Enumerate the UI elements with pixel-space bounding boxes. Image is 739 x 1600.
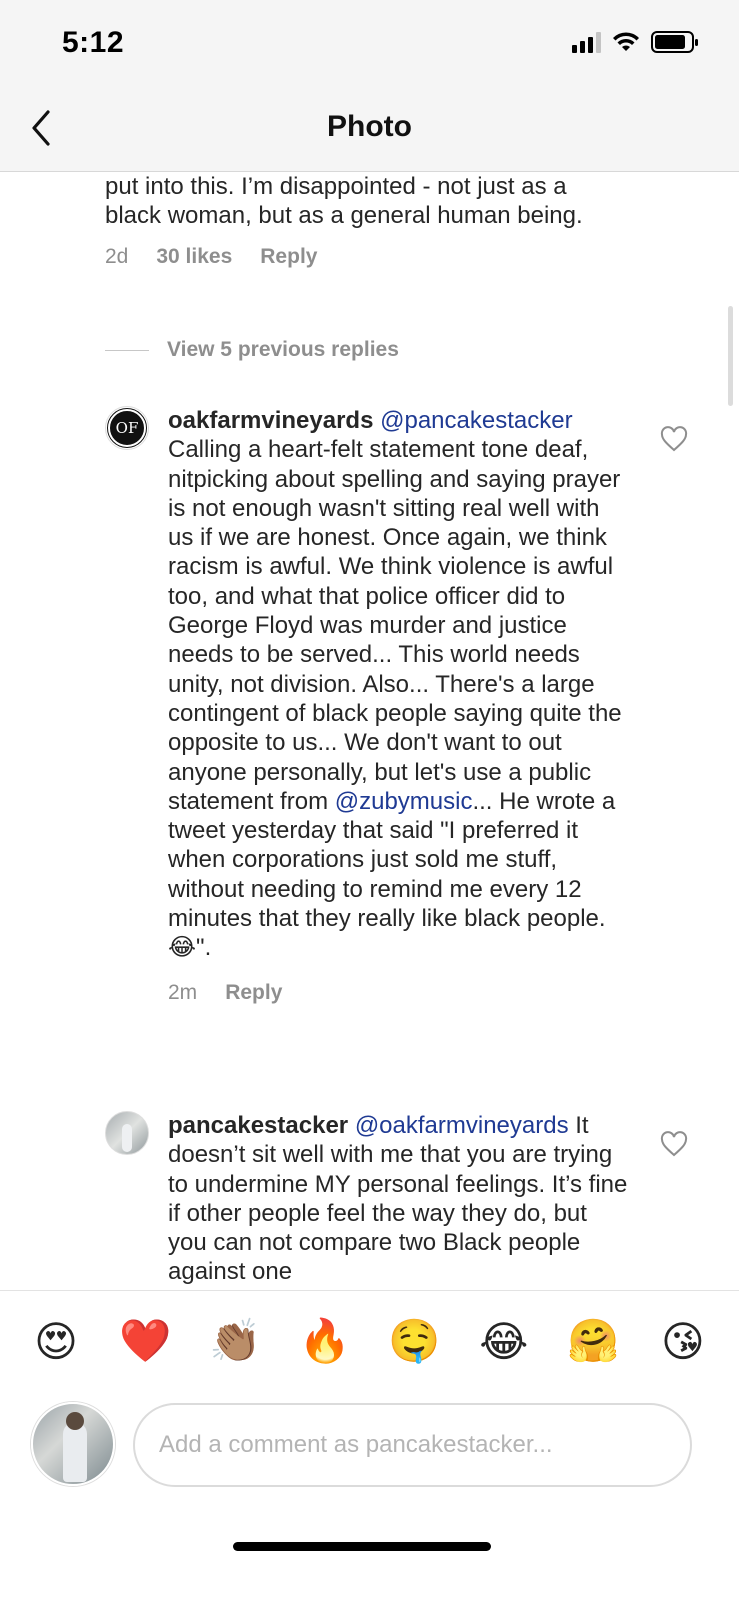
comment-oakfarmvineyards: OF oakfarmvineyards @pancakestacker Call… [105,406,688,1005]
comment-pancakestacker: pancakestacker @oakfarmvineyards It does… [105,1111,688,1287]
heart-outline-icon[interactable] [660,1131,688,1157]
emoji-kissing[interactable]: 😘 [655,1317,711,1366]
comment-age: 2m [168,980,198,1004]
battery-icon [651,31,698,53]
emoji-clapping-hands[interactable]: 👏🏽 [207,1317,263,1366]
comment-username[interactable]: pancakestacker [168,1112,348,1139]
emoji-tears-of-joy[interactable]: 😂 [476,1317,532,1366]
emoji-bar: 😍 ❤️ 👏🏽 🔥 🤤 😂 🤗 😘 [0,1290,739,1392]
divider-line [105,349,149,351]
status-time: 5:12 [62,26,125,59]
page-title: Photo [327,110,412,143]
nav-bar: Photo [0,88,739,172]
emoji-heart-eyes[interactable]: 😍 [28,1317,84,1366]
reply-button[interactable]: Reply [225,981,282,1005]
current-user-avatar [31,1402,115,1486]
previous-comment: put into this. I’m disappointed - not ju… [105,172,625,269]
comment-text: put into this. I’m disappointed - not ju… [105,173,583,230]
view-replies-label: View 5 previous replies [167,338,399,361]
cellular-signal-icon [572,31,601,53]
emoji-fire[interactable]: 🔥 [297,1317,353,1366]
view-previous-replies-button[interactable]: View 5 previous replies [105,338,399,362]
comment-likes[interactable]: 30 likes [156,245,232,269]
status-bar: 5:12 [0,0,739,88]
comment-mention[interactable]: @oakfarmvineyards [355,1112,569,1139]
oakfarm-logo: OF [107,408,147,448]
avatar-head [66,1412,84,1430]
comment-input[interactable] [133,1403,692,1487]
inline-mention[interactable]: @zubymusic [335,788,473,815]
comment-feed[interactable]: put into this. I’m disappointed - not ju… [0,172,739,1317]
avatar[interactable] [105,1111,149,1155]
comment-username[interactable]: oakfarmvineyards [168,407,373,434]
comment-text: pancakestacker @oakfarmvineyards It does… [168,1111,628,1287]
comment-mention[interactable]: @pancakestacker [380,407,572,434]
comment-composer [0,1392,739,1600]
avatar-figure [122,1124,132,1152]
status-icons [572,30,699,54]
scrollbar[interactable] [728,306,733,406]
avatar-figure [63,1422,87,1482]
heart-outline-icon[interactable] [660,426,688,452]
home-indicator[interactable] [233,1542,491,1551]
reply-button[interactable]: Reply [260,245,317,269]
comment-text-part1: Calling a heart-felt statement tone deaf… [168,436,622,815]
comment-text: oakfarmvineyards @pancakestacker Calling… [168,406,628,963]
comment-age: 2d [105,244,129,268]
emoji-hugging[interactable]: 🤗 [565,1317,621,1366]
avatar[interactable]: OF [105,406,149,450]
emoji-red-heart[interactable]: ❤️ [118,1317,174,1366]
emoji-drooling[interactable]: 🤤 [386,1317,442,1366]
wifi-icon [613,32,639,51]
